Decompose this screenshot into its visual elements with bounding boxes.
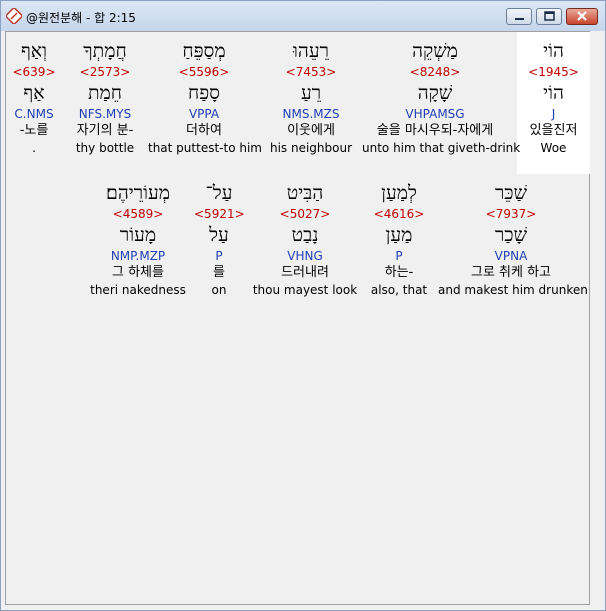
morphology-code: J (551, 107, 556, 121)
strong-number[interactable]: <1945> (517, 64, 590, 80)
lexical-form: אַף (23, 82, 45, 104)
morphology-code: P (395, 249, 403, 263)
word-block[interactable]: מְעוֹרֵיהֶם׃ <4589> מָעוֹר NMP.MZP 그 하체를… (90, 180, 186, 298)
english-gloss: and makest him drunken (438, 283, 588, 297)
close-icon (577, 11, 587, 21)
english-gloss: thy bottle (75, 141, 135, 155)
strong-number[interactable]: <8248> (362, 64, 508, 80)
window-title: @원전분해 - 합 2:15 (26, 11, 136, 25)
hebrew-word: עַל־ (205, 182, 233, 204)
korean-gloss: 그로 취케 하고 (470, 265, 552, 280)
morphology-code: VHNG (287, 249, 323, 263)
hebrew-word: מְסַפֵּחַ (182, 40, 226, 62)
close-button[interactable] (566, 8, 598, 25)
english-gloss: also, that (370, 283, 428, 297)
hebrew-word: מַשְׁקֵה (412, 40, 458, 62)
morphology-code: NFS.MYS (78, 107, 132, 121)
english-gloss: on (211, 283, 227, 297)
morphology-code: P (215, 249, 223, 263)
scrollbar-track[interactable] (590, 31, 602, 605)
minimize-icon (515, 18, 524, 20)
minimize-button[interactable] (506, 8, 532, 25)
korean-gloss: 드러내려 (281, 265, 329, 280)
lexical-form: נָבַט (291, 224, 319, 246)
hebrew-word: מְעוֹרֵיהֶם׃ (106, 182, 170, 204)
hebrew-word: רֵעֵהוּ (293, 40, 329, 62)
analysis-panel: וְאַף <639> אַף C.NMS -노를 . חֲמָתְךָ <25… (5, 31, 590, 605)
english-gloss: his neighbour (269, 141, 353, 155)
lexical-form: הוֹי (543, 82, 564, 104)
strong-number[interactable]: <5027> (252, 206, 358, 222)
lexical-form: שָׁקָה (417, 82, 453, 104)
morphology-code: C.NMS (14, 107, 54, 121)
korean-gloss: 를 (213, 265, 225, 280)
korean-gloss: 술을 마시우되-자에게 (376, 123, 494, 138)
maximize-button[interactable] (536, 8, 562, 25)
word-block[interactable]: הוֹי <1945> הוֹי J 있을진저 Woe (517, 38, 590, 156)
period-mark: . (32, 141, 36, 155)
word-block[interactable]: רֵעֵהוּ <7453> רֵעַ NMS.MZS 이웃에게 his nei… (266, 38, 356, 156)
strong-number[interactable]: <4616> (364, 206, 434, 222)
korean-gloss: 그 하체를 (112, 265, 164, 280)
morphology-code: VPPA (188, 107, 220, 121)
app-icon (6, 8, 22, 24)
word-block[interactable]: עַל־ <5921> עַל P 를 on (194, 180, 245, 298)
word-block[interactable]: מַשְׁקֵה <8248> שָׁקָה VHPAMSG 술을 마시우되-자… (362, 38, 521, 156)
hebrew-word: לְמַעַן (381, 182, 417, 204)
lexical-form: רֵעַ (300, 82, 322, 104)
lexical-form: מָעוֹר (119, 224, 157, 246)
hebrew-word: הַבִּיט (286, 182, 324, 204)
strong-number[interactable]: <5921> (194, 206, 245, 222)
title-bar[interactable]: @원전분해 - 합 2:15 (1, 1, 605, 31)
lexical-form: מַעַן (385, 224, 413, 246)
hebrew-word: וְאַף (20, 40, 48, 62)
word-block[interactable]: מְסַפֵּחַ <5596> סָפַח VPPA 더하여 that put… (148, 38, 262, 156)
maximize-icon (544, 11, 555, 21)
lexical-form: שָׁכַר (494, 224, 528, 246)
morphology-code: VPNA (494, 249, 528, 263)
strong-number[interactable]: <2573> (62, 64, 148, 80)
english-gloss: theri nakedness (90, 283, 186, 297)
english-gloss: thou mayest look (252, 283, 358, 297)
lexical-form: עַל (209, 224, 229, 246)
hebrew-word: שַׁכֵּר (494, 182, 528, 204)
lexical-form: חֵמַת (87, 82, 123, 104)
morphology-code: VHPAMSG (405, 107, 465, 121)
word-block[interactable]: שַׁכֵּר <7937> שָׁכַר VPNA 그로 취케 하고 and … (438, 180, 588, 298)
word-block[interactable]: וְאַף <639> אַף C.NMS -노를 . (6, 38, 62, 156)
english-gloss: that puttest-to him (148, 141, 262, 155)
english-gloss: Woe (540, 141, 567, 155)
word-block[interactable]: לְמַעַן <4616> מַעַן P 하는- also, that (364, 180, 434, 298)
korean-gloss: 있을진저 (529, 123, 578, 138)
word-block[interactable]: חֲמָתְךָ <2573> חֵמַת NFS.MYS 자기의 분- thy… (62, 38, 148, 156)
morphology-code: NMS.MZS (282, 107, 340, 121)
korean-gloss: 하는- (384, 265, 414, 280)
korean-gloss: -노를 (19, 123, 49, 138)
hebrew-word: חֲמָתְךָ (83, 40, 127, 62)
strong-number[interactable]: <5596> (148, 64, 260, 80)
lexical-form: סָפַח (187, 82, 220, 104)
hebrew-word: הוֹי (543, 40, 564, 62)
english-gloss: unto him that giveth-drink (362, 141, 521, 155)
strong-number[interactable]: <7937> (438, 206, 584, 222)
morphology-code: NMP.MZP (110, 249, 166, 263)
word-block[interactable]: הַבִּיט <5027> נָבַט VHNG 드러내려 thou maye… (252, 180, 358, 298)
korean-gloss: 더하여 (186, 123, 222, 138)
strong-number[interactable]: <7453> (266, 64, 356, 80)
app-window: @원전분해 - 합 2:15 וְאַף <639> אַף C.NMS -노를… (0, 0, 606, 611)
strong-number[interactable]: <4589> (90, 206, 186, 222)
korean-gloss: 이웃에게 (287, 123, 335, 138)
korean-gloss: 자기의 분- (76, 123, 134, 138)
strong-number[interactable]: <639> (6, 64, 62, 80)
